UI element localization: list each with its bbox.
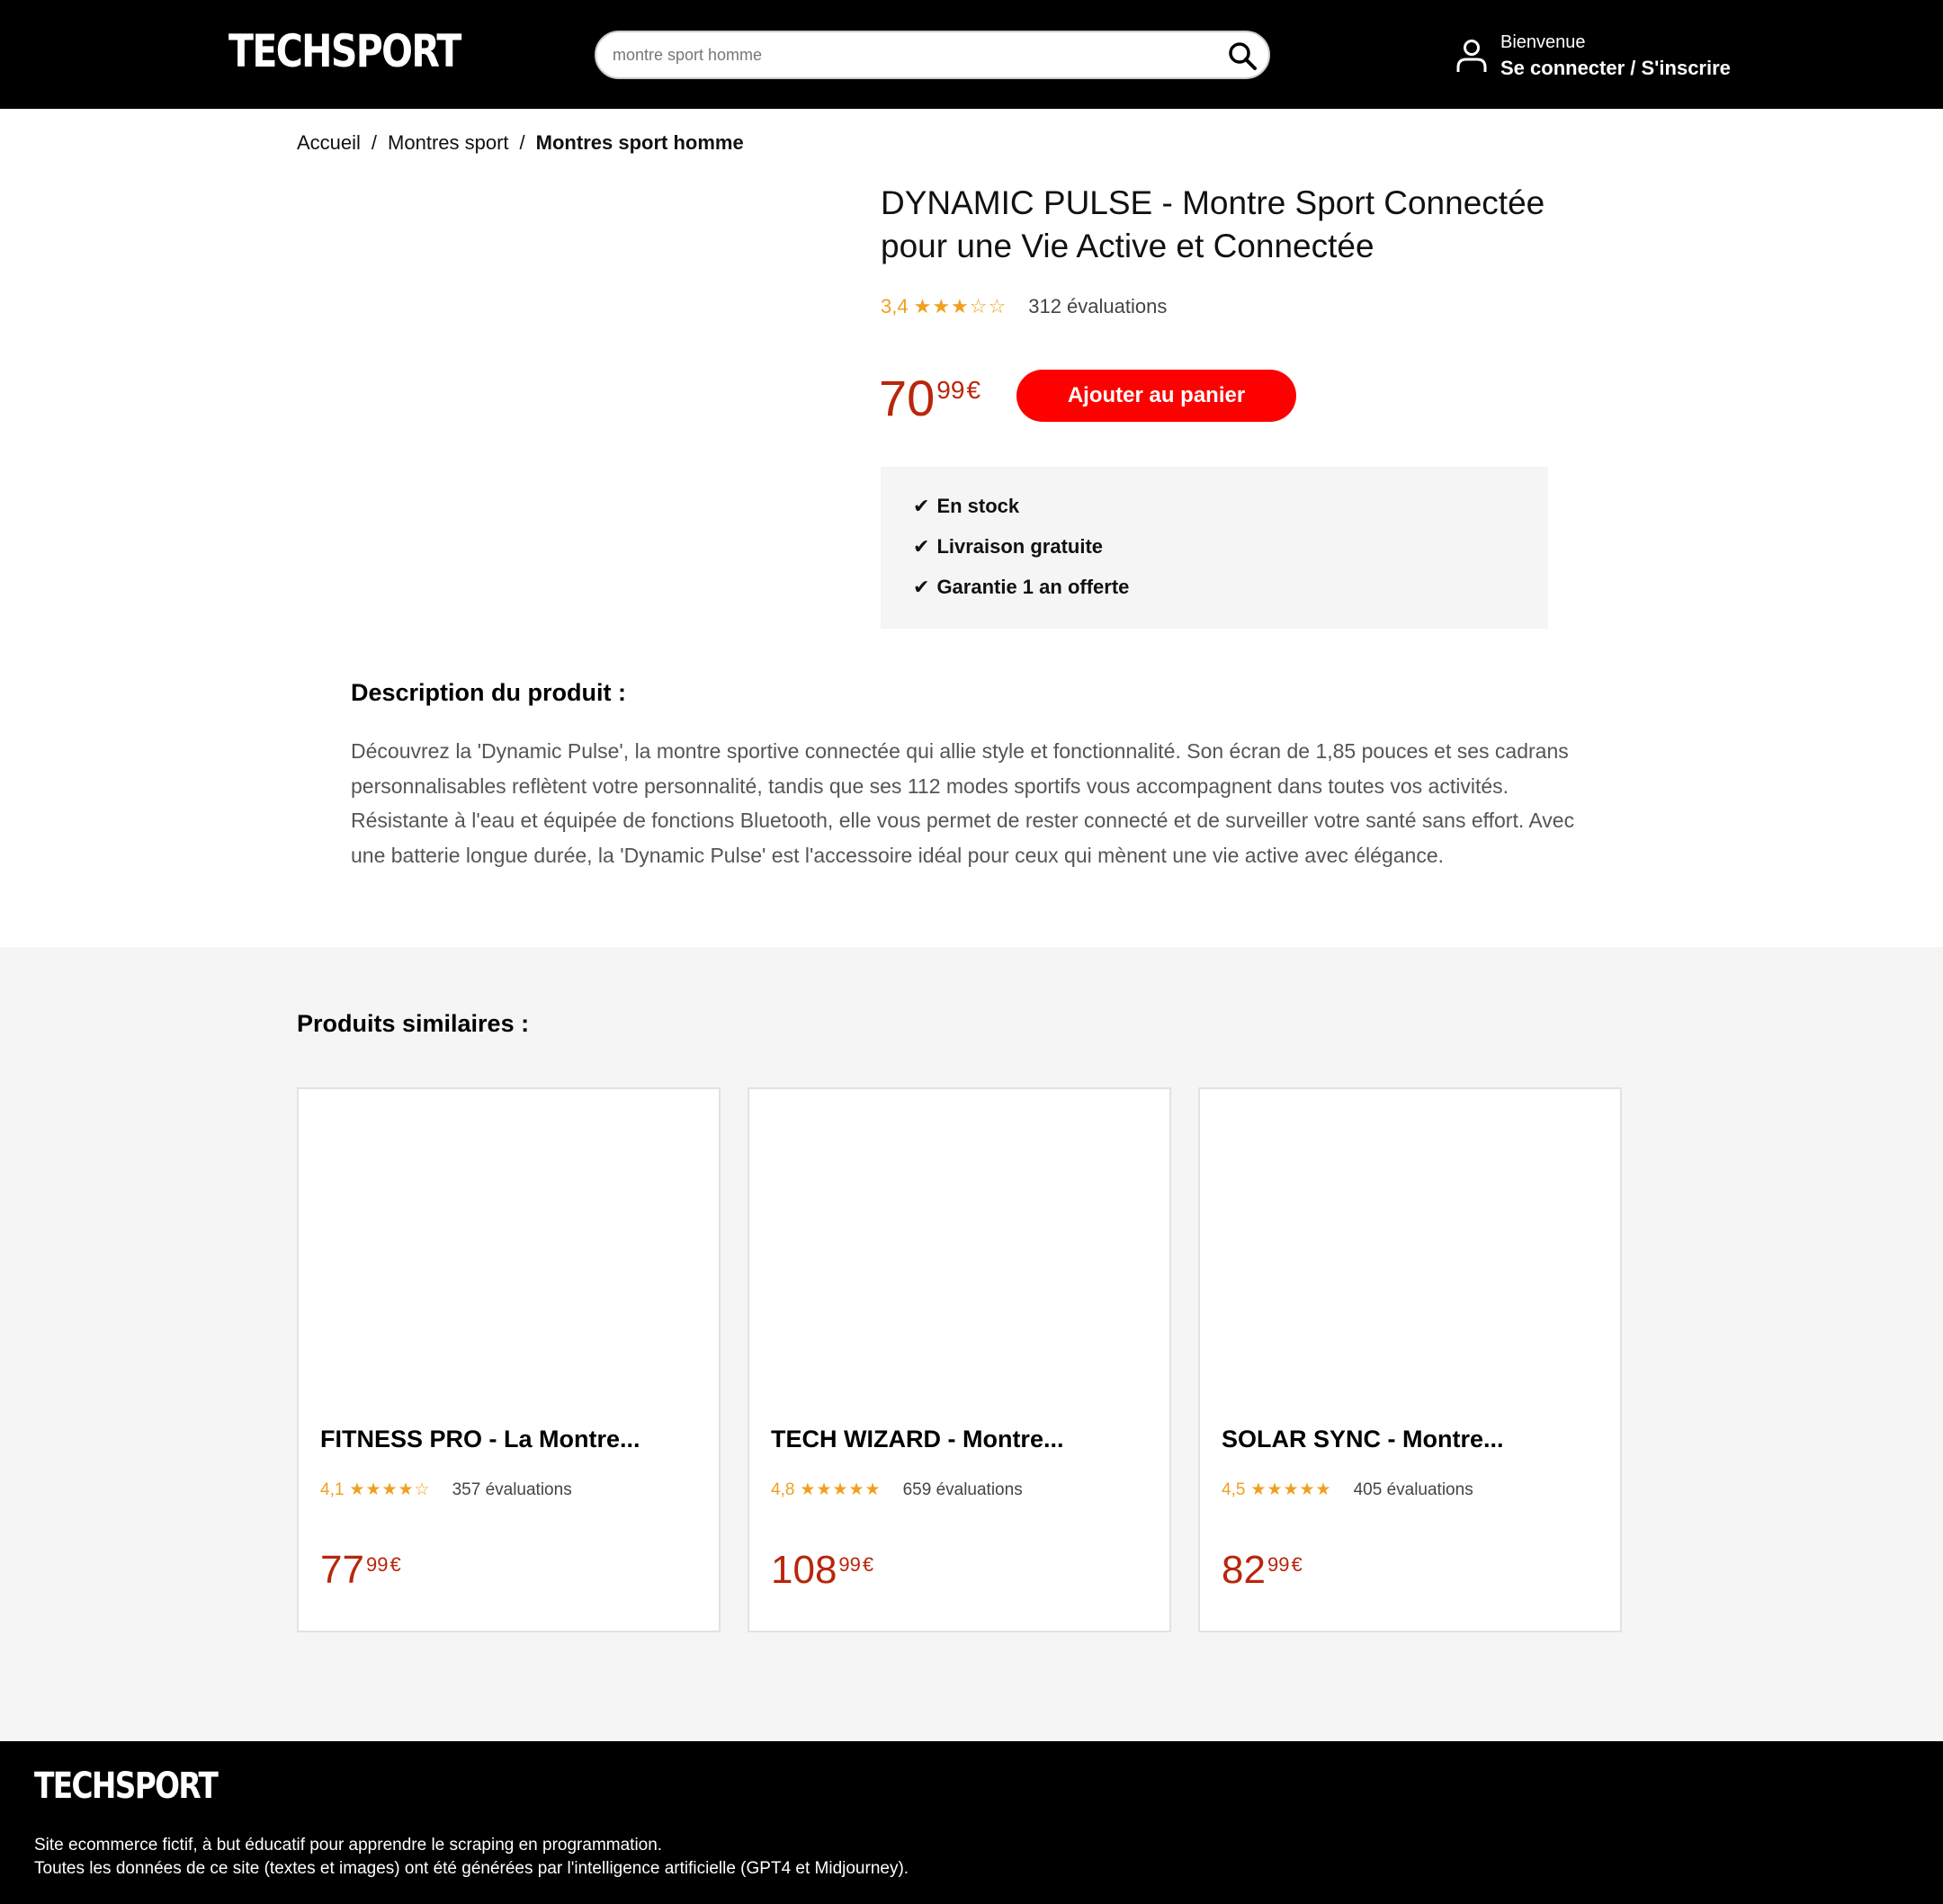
review-count: 405 évaluations <box>1353 1480 1473 1499</box>
product-rating: 3,4 ★★★☆☆ 312 évaluations <box>881 295 1167 318</box>
site-footer: TECHSPORT Site ecommerce fictif, à but é… <box>0 1741 1943 1904</box>
card-price: 7799€ <box>320 1548 401 1593</box>
rating-stars-icon: ★★★☆☆ <box>913 295 1007 317</box>
rating-value: 3,4 <box>881 295 909 317</box>
description-text: Découvrez la 'Dynamic Pulse', la montre … <box>351 739 1575 867</box>
product-card[interactable]: TECH WIZARD - Montre... 4,8 ★★★★★ 659 éval… <box>748 1087 1171 1632</box>
card-price: 10899€ <box>771 1548 873 1593</box>
footer-disclaimer: Toutes les données de ce site (textes et… <box>34 1859 909 1878</box>
footer-logo: TECHSPORT <box>34 1765 219 1807</box>
product-card[interactable]: SOLAR SYNC - Montre... 4,5 ★★★★★ 405 évalu… <box>1198 1087 1622 1632</box>
perk-label: Garantie 1 an offerte <box>936 576 1130 598</box>
price-integer: 82 <box>1222 1548 1266 1592</box>
perk-item: ✔ Livraison gratuite <box>913 535 1103 559</box>
check-icon: ✔ <box>913 495 930 517</box>
review-count: 357 évaluations <box>452 1480 572 1499</box>
price-integer: 108 <box>771 1548 837 1592</box>
user-icon[interactable] <box>1455 38 1488 74</box>
product-price: 7099€ <box>879 369 980 427</box>
price-integer: 77 <box>320 1548 364 1592</box>
product-card[interactable]: FITNESS PRO - La Montre... 4,1 ★★★★☆ 357 é… <box>297 1087 721 1632</box>
card-rating: 4,8 ★★★★★ 659 évaluations <box>771 1479 1023 1500</box>
perk-item: ✔ Garantie 1 an offerte <box>913 576 1129 599</box>
price-decimal: 99 <box>365 1553 389 1576</box>
search-bar <box>595 31 1270 79</box>
check-icon: ✔ <box>913 576 930 598</box>
breadcrumb-separator: / <box>519 131 525 154</box>
breadcrumb-item-current: Montres sport homme <box>535 131 744 154</box>
price-decimal: 99 <box>1267 1553 1290 1576</box>
breadcrumb-separator: / <box>371 131 378 154</box>
search-input[interactable] <box>613 32 1188 77</box>
product-title: DYNAMIC PULSE - Montre Sport Connectée p… <box>881 184 1545 264</box>
price-integer: 70 <box>879 370 936 426</box>
similar-products-title: Produits similaires : <box>297 1010 530 1037</box>
card-title[interactable]: SOLAR SYNC - Montre... <box>1222 1426 1504 1453</box>
description-title: Description du produit : <box>351 679 626 706</box>
perk-label: Livraison gratuite <box>936 535 1104 558</box>
review-count: 659 évaluations <box>902 1480 1023 1499</box>
price-currency: € <box>389 1553 401 1576</box>
breadcrumb-item-home[interactable]: Accueil <box>297 131 361 155</box>
card-rating: 4,1 ★★★★☆ 357 évaluations <box>320 1479 572 1500</box>
welcome-text: Bienvenue <box>1500 32 1586 52</box>
rating-value: 4,1 <box>320 1480 345 1499</box>
perk-label: En stock <box>936 495 1020 517</box>
site-logo[interactable]: TECHSPORT <box>228 25 461 77</box>
perk-item: ✔ En stock <box>913 495 1019 518</box>
card-title[interactable]: FITNESS PRO - La Montre... <box>320 1426 640 1453</box>
card-price: 8299€ <box>1222 1548 1303 1593</box>
price-decimal: 99 <box>838 1553 861 1576</box>
check-icon: ✔ <box>913 535 930 558</box>
site-header: TECHSPORT Bienvenue Se connecter / S'ins… <box>0 0 1943 109</box>
rating-stars-icon: ★★★★★ <box>1250 1480 1332 1499</box>
rating-stars-icon: ★★★★★ <box>800 1480 882 1499</box>
breadcrumb-item-category[interactable]: Montres sport <box>388 131 509 155</box>
rating-value: 4,5 <box>1222 1480 1246 1499</box>
login-link[interactable]: Se connecter / S'inscrire <box>1500 57 1731 80</box>
price-currency: € <box>1291 1553 1303 1576</box>
rating-stars-icon: ★★★★☆ <box>349 1480 431 1499</box>
price-currency: € <box>862 1553 874 1576</box>
price-decimal: 99 <box>936 376 965 404</box>
product-perks: ✔ En stock ✔ Livraison gratuite ✔ Garantie … <box>881 467 1548 629</box>
footer-disclaimer: Site ecommerce fictif, à but éducatif po… <box>34 1836 663 1855</box>
search-icon[interactable] <box>1226 40 1258 72</box>
price-currency: € <box>966 376 981 404</box>
add-to-cart-button[interactable]: Ajouter au panier <box>1016 370 1296 422</box>
card-title[interactable]: TECH WIZARD - Montre... <box>771 1426 1063 1453</box>
breadcrumb: Accueil / Montres sport / Montres sport homm… <box>297 131 744 155</box>
rating-value: 4,8 <box>771 1480 795 1499</box>
card-rating: 4,5 ★★★★★ 405 évaluations <box>1222 1479 1473 1500</box>
review-count[interactable]: 312 évaluations <box>1028 295 1167 317</box>
